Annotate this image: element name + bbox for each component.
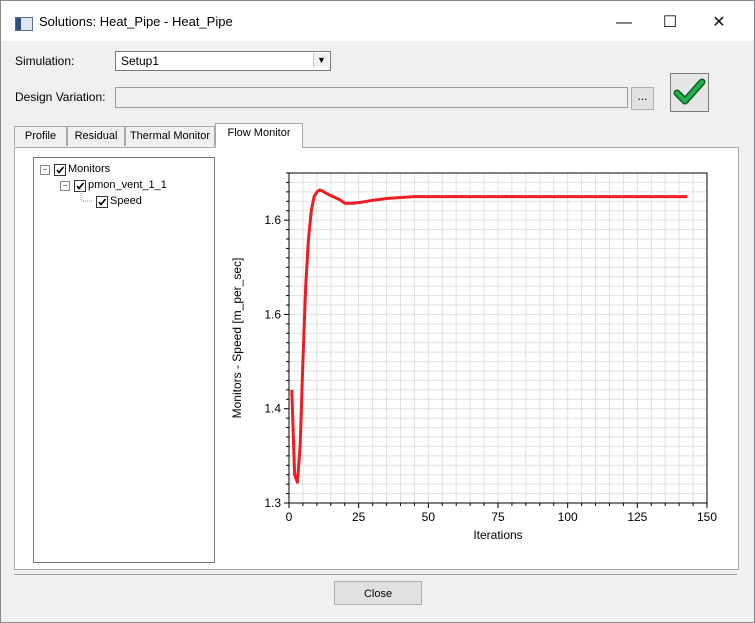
tab-profile[interactable]: Profile: [14, 126, 67, 146]
x-tick-label: 25: [352, 510, 366, 524]
flow-monitor-panel: − Monitors − pmon_vent_1_1 Speed 0 25 50…: [14, 147, 739, 570]
tree-label-pmon-vent: pmon_vent_1_1: [88, 179, 167, 191]
x-tick-label: 150: [697, 510, 717, 524]
close-button[interactable]: Close: [334, 581, 422, 605]
title-bar[interactable]: Solutions: Heat_Pipe - Heat_Pipe — ☐ ✕: [1, 1, 754, 41]
tree-expander-icon[interactable]: −: [40, 165, 50, 175]
tree-label-speed: Speed: [110, 195, 142, 207]
close-window-button[interactable]: ✕: [696, 9, 742, 37]
monitor-tree[interactable]: − Monitors − pmon_vent_1_1 Speed: [33, 157, 215, 563]
tree-label-monitors: Monitors: [68, 163, 111, 175]
y-axis-label: Monitors - Speed [m_per_sec]: [230, 258, 244, 419]
tree-expander-icon[interactable]: −: [60, 181, 70, 191]
series-line-speed: [290, 188, 688, 484]
green-checkmark-icon: [673, 78, 706, 105]
x-tick-label: 100: [558, 510, 578, 524]
simulation-value: Setup1: [121, 54, 160, 68]
chevron-down-icon[interactable]: ▼: [313, 53, 329, 67]
window-title: Solutions: Heat_Pipe - Heat_Pipe: [39, 14, 233, 29]
tab-thermal-monitor[interactable]: Thermal Monitor: [125, 126, 215, 146]
y-tick-label: 1.3: [264, 496, 281, 510]
maximize-button[interactable]: ☐: [647, 9, 693, 37]
minimize-button[interactable]: —: [601, 9, 647, 37]
y-tick-label: 1.4: [264, 402, 281, 416]
x-axis-label: Iterations: [473, 528, 522, 542]
tab-residual[interactable]: Residual: [67, 126, 125, 146]
app-window-icon: [15, 17, 33, 31]
status-check-button[interactable]: [670, 73, 709, 112]
checkbox-checked-icon[interactable]: [96, 196, 108, 208]
tree-connector: [80, 189, 93, 202]
chart-grid: [288, 172, 708, 504]
x-tick-label: 75: [491, 510, 505, 524]
design-variation-label: Design Variation:: [15, 90, 106, 104]
simulation-select[interactable]: Setup1 ▼: [115, 51, 331, 71]
design-variation-field: [115, 87, 628, 108]
x-tick-label: 0: [286, 510, 293, 524]
x-tick-label: 50: [422, 510, 436, 524]
tab-flow-monitor[interactable]: Flow Monitor: [215, 123, 303, 148]
chart-ticks: 0 25 50 75 100 125 150 1.3 1.4 1.6 1.6: [264, 172, 717, 524]
x-tick-label: 125: [627, 510, 647, 524]
solutions-window: Solutions: Heat_Pipe - Heat_Pipe — ☐ ✕ S…: [0, 0, 755, 623]
y-tick-label: 1.6: [264, 307, 281, 321]
chart-svg: 0 25 50 75 100 125 1501.31.41.61.6 Iterations …: [230, 172, 717, 542]
checkbox-checked-icon[interactable]: [54, 164, 66, 176]
flow-monitor-chart: 0 25 50 75 100 125 150 1.3 1.4 1.6 1.6 Iterations …: [219, 159, 733, 563]
footer-divider: [14, 574, 737, 575]
browse-button[interactable]: ...: [631, 87, 654, 110]
simulation-label: Simulation:: [15, 54, 75, 68]
y-tick-label: 1.6: [264, 213, 281, 227]
